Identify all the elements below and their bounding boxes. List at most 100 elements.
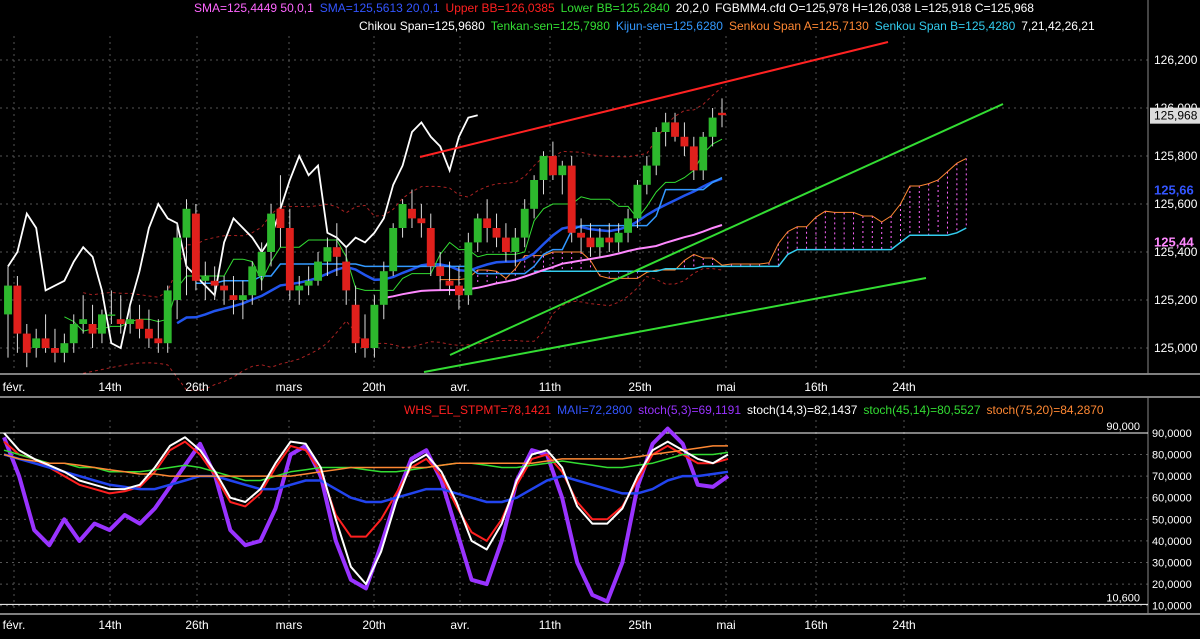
price-header-line-1: SMA=125,4449 50,0,1 SMA=125,5613 20,0,1 Up…	[194, 1, 1040, 15]
x-tick-label: avr.	[450, 380, 469, 394]
axes: févr. févr. 14th 14th 26th 26th mars mars 20th 20…	[0, 0, 1200, 632]
candle-body	[671, 122, 679, 137]
candle-body	[13, 285, 22, 334]
candle-body	[361, 338, 369, 348]
sma-price-label: 125,44	[1154, 234, 1195, 249]
candle-body	[98, 314, 106, 334]
x-tick-label: avr.	[450, 618, 469, 632]
candle-body	[708, 117, 717, 137]
candle-body	[605, 237, 614, 243]
y-tick-label: 125,000	[1154, 341, 1198, 355]
candle-body	[689, 146, 698, 171]
candle-body	[257, 252, 266, 276]
y-tick-label: 125,800	[1154, 149, 1198, 163]
candle-body	[389, 228, 398, 272]
candle-body	[614, 232, 623, 243]
x-tick-label: mai	[716, 380, 735, 394]
candle-body	[398, 204, 407, 228]
candle-body	[483, 218, 492, 228]
legend-entry: stoch(75,20)=84,2870	[986, 403, 1104, 417]
grid	[0, 36, 1148, 610]
legend-entry: WHS_EL_STPMT=78,1421	[404, 403, 552, 417]
price-header-line-2: Chikou Span=125,9680 Tenkan-sen=125,7980 K…	[359, 19, 1101, 33]
candle-body	[445, 280, 454, 286]
candle-body	[652, 132, 661, 166]
candle-body	[79, 319, 88, 324]
y-tick-label: 125,200	[1154, 293, 1198, 307]
legend-entry: stoch(45,14)=80,5527	[863, 403, 981, 417]
candle-body	[126, 319, 135, 324]
candle-body	[173, 237, 182, 300]
x-tick-label: mai	[716, 618, 735, 632]
y-tick-label: 70,0000	[1152, 471, 1192, 483]
x-tick-label: 14th	[98, 618, 121, 632]
legend-entry: MAII=72,2800	[557, 403, 633, 417]
candle-body	[633, 184, 642, 219]
candle-body	[436, 266, 445, 276]
x-tick-label: 14th	[98, 380, 121, 394]
y-tick-label: 20,0000	[1152, 579, 1192, 591]
legend-entry: Senkou Span A=125,7130	[728, 19, 869, 33]
lower-level-label: 10,600	[1106, 592, 1140, 604]
candle-body	[680, 136, 689, 147]
candle-body	[144, 328, 153, 339]
candle-body	[661, 122, 670, 132]
legend-entry: Senkou Span B=125,4280	[874, 19, 1016, 33]
x-tick-label: 26th	[185, 618, 208, 632]
candle-body	[520, 208, 529, 238]
x-tick-label: 16th	[804, 380, 827, 394]
candle-body	[60, 343, 69, 353]
legend-entry: 20,2,0	[675, 1, 710, 15]
candle-body	[511, 237, 520, 252]
candle-body	[295, 285, 304, 291]
candle-body	[473, 218, 482, 243]
x-tick-label: mars	[276, 618, 303, 632]
x-tick-label: févr.	[3, 618, 26, 632]
candle-body	[577, 232, 586, 238]
candle-body	[116, 319, 125, 324]
candle-body	[323, 247, 332, 262]
y-tick-label: 30,0000	[1152, 558, 1192, 570]
legend-entry: Upper BB=126,0385	[445, 1, 555, 15]
indicator-lines	[7, 41, 1004, 391]
candle-body	[191, 213, 200, 281]
candle-body	[586, 237, 595, 248]
candle-body	[548, 156, 557, 176]
candle-body	[32, 338, 41, 348]
legend-entry: Chikou Span=125,9680	[359, 19, 485, 33]
y-tick-label: 80,0000	[1152, 450, 1192, 462]
candle-body	[88, 324, 97, 334]
legend-entry: 7,21,42,26,21	[1021, 19, 1095, 33]
candle-body	[41, 338, 50, 348]
y-tick-label: 126,200	[1154, 53, 1198, 67]
kijun-price-label: 125,66	[1154, 183, 1194, 198]
candle-body	[342, 261, 351, 291]
candle-body	[379, 271, 388, 305]
candle-body	[530, 180, 539, 209]
candle-body	[304, 280, 313, 286]
x-tick-label: 24th	[892, 380, 915, 394]
candle-body	[455, 285, 463, 296]
upper-level-label: 90,000	[1106, 421, 1140, 433]
legend-entry: Lower BB=125,2840	[560, 1, 670, 15]
candle-body	[595, 237, 604, 248]
candle-body	[276, 208, 285, 228]
candle-body	[642, 165, 651, 185]
trendline-mid	[449, 103, 1004, 356]
candle-body	[51, 348, 59, 353]
candle-body	[201, 276, 210, 281]
legend-entry: SMA=125,5613 20,0,1	[319, 1, 440, 15]
x-tick-label: 11th	[539, 618, 561, 632]
candle-body	[163, 290, 172, 344]
y-tick-label: 125,600	[1154, 197, 1198, 211]
y-tick-label: 60,0000	[1152, 493, 1192, 505]
x-tick-label: 25th	[628, 618, 651, 632]
x-tick-label: févr.	[3, 380, 26, 394]
candle-body	[718, 112, 726, 116]
x-tick-label: 24th	[892, 618, 915, 632]
candle-body	[351, 304, 360, 344]
candle-body	[501, 237, 510, 252]
oscillator-header: WHS_EL_STPMT=78,1421 MAII=72,2800 stoch(5,…	[404, 403, 1110, 417]
candle-body	[4, 285, 12, 315]
osc-series-maii	[3, 453, 729, 504]
